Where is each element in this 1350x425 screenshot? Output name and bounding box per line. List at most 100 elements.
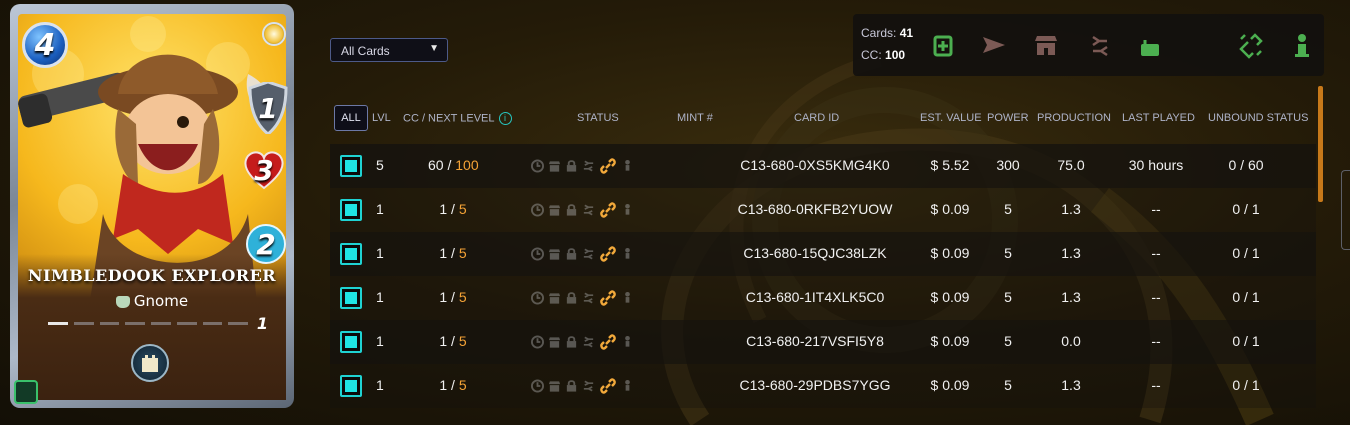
- row-checkbox[interactable]: [340, 287, 362, 309]
- lock-icon[interactable]: [565, 247, 578, 261]
- table-row[interactable]: 11 / 5 C13-680-217VSFI5Y8 $ 0.09 5 0.0 -- 0 / …: [330, 320, 1316, 364]
- link-icon[interactable]: [599, 201, 617, 219]
- add-card-button[interactable]: [931, 34, 957, 58]
- chevron-down-icon: ▼: [429, 43, 439, 54]
- row-last-played: --: [1151, 245, 1161, 261]
- transfer-icon[interactable]: [582, 203, 595, 217]
- link-icon[interactable]: [599, 333, 617, 351]
- clock-icon[interactable]: [531, 291, 544, 305]
- row-card-id[interactable]: C13-680-0XS5KMG4K0: [730, 157, 900, 173]
- row-status-icons: [531, 201, 634, 219]
- lock-icon[interactable]: [565, 379, 578, 393]
- header-cc-next-level[interactable]: CC / NEXT LEVEL i: [403, 112, 512, 125]
- row-checkbox[interactable]: [340, 243, 362, 265]
- row-status-icons: [531, 157, 634, 175]
- lock-icon[interactable]: [565, 203, 578, 217]
- row-cc-next: 100: [455, 157, 479, 173]
- row-est-value: $ 0.09: [930, 377, 970, 393]
- lock-icon[interactable]: [565, 291, 578, 305]
- row-cc-current: 1: [439, 333, 448, 349]
- delegate-icon[interactable]: [621, 159, 634, 173]
- delegate-button[interactable]: [1289, 34, 1315, 58]
- level-segment: [202, 322, 223, 325]
- header-last-played[interactable]: LAST PLAYED: [1122, 112, 1195, 124]
- health-stat: 3: [242, 148, 286, 192]
- row-status-icons: [531, 289, 634, 307]
- market-icon[interactable]: [548, 291, 561, 305]
- row-production: 1.3: [1061, 201, 1081, 217]
- market-icon[interactable]: [548, 247, 561, 261]
- link-icon[interactable]: [599, 157, 617, 175]
- row-card-id[interactable]: C13-680-1IT4XLK5C0: [730, 289, 900, 305]
- transfer-icon[interactable]: [582, 335, 595, 349]
- row-cc: 1 / 5: [439, 377, 467, 393]
- row-card-id[interactable]: C13-680-217VSFI5Y8: [730, 333, 900, 349]
- table-row[interactable]: 11 / 5 C13-680-29PDBS7YGG $ 0.09 5 1.3 -- 0 / …: [330, 364, 1316, 408]
- header-mint[interactable]: MINT #: [677, 112, 713, 124]
- market-icon[interactable]: [548, 379, 561, 393]
- info-icon[interactable]: i: [498, 112, 512, 125]
- market-icon[interactable]: [548, 159, 561, 173]
- ability-icon[interactable]: [131, 344, 169, 382]
- lock-icon[interactable]: [565, 335, 578, 349]
- delegate-icon[interactable]: [621, 291, 634, 305]
- market-icon: [1035, 36, 1057, 55]
- clock-icon[interactable]: [531, 247, 544, 261]
- market-icon[interactable]: [548, 335, 561, 349]
- clock-icon[interactable]: [531, 203, 544, 217]
- row-checkbox[interactable]: [340, 375, 362, 397]
- header-status[interactable]: STATUS: [577, 112, 619, 124]
- market-button[interactable]: [1033, 34, 1059, 58]
- row-card-id[interactable]: C13-680-29PDBS7YGG: [730, 377, 900, 393]
- page-scrollbar[interactable]: [1341, 170, 1350, 250]
- table-body: 5 60 / 100 C13-680-0XS5KMG4K0 $ 5.52 300 75.0…: [330, 144, 1316, 408]
- row-last-played: --: [1151, 289, 1161, 305]
- header-production[interactable]: PRODUCTION: [1037, 112, 1111, 124]
- card-preview[interactable]: 4 1 3 2 NIMBLEDOOK EXPLORER Gnome 1: [10, 4, 294, 408]
- lock-button[interactable]: [1137, 34, 1163, 58]
- link-icon[interactable]: [599, 289, 617, 307]
- header-unbound-status[interactable]: UNBOUND STATUS: [1208, 112, 1308, 124]
- transfer-icon[interactable]: [582, 379, 595, 393]
- header-lvl[interactable]: LVL: [372, 112, 391, 124]
- delegate-icon[interactable]: [621, 247, 634, 261]
- burn-icon: [1191, 33, 1217, 59]
- clock-icon[interactable]: [531, 159, 544, 173]
- row-card-id[interactable]: C13-680-15QJC38LZK: [730, 245, 900, 261]
- unlink-button[interactable]: [1239, 33, 1265, 59]
- delegate-icon: [1295, 34, 1309, 57]
- market-icon[interactable]: [548, 203, 561, 217]
- header-power[interactable]: POWER: [987, 112, 1029, 124]
- transfer-icon[interactable]: [582, 159, 595, 173]
- burn-button[interactable]: [1191, 34, 1217, 58]
- transfer-button[interactable]: [1087, 34, 1113, 58]
- add-card-icon: [933, 35, 953, 57]
- delegate-icon[interactable]: [621, 379, 634, 393]
- delegate-icon[interactable]: [621, 335, 634, 349]
- lock-icon[interactable]: [565, 159, 578, 173]
- card-filter-select[interactable]: All Cards ▼: [330, 38, 448, 62]
- delegate-icon[interactable]: [621, 203, 634, 217]
- cards-count-value: 41: [899, 26, 914, 40]
- transfer-icon[interactable]: [582, 247, 595, 261]
- table-scrollbar[interactable]: [1318, 86, 1323, 202]
- table-row[interactable]: 11 / 5 C13-680-15QJC38LZK $ 0.09 5 1.3 -- 0 / …: [330, 232, 1316, 276]
- row-checkbox[interactable]: [340, 331, 362, 353]
- clock-icon[interactable]: [531, 379, 544, 393]
- table-row[interactable]: 11 / 5 C13-680-1IT4XLK5C0 $ 0.09 5 1.3 -- 0 / …: [330, 276, 1316, 320]
- table-row[interactable]: 5 60 / 100 C13-680-0XS5KMG4K0 $ 5.52 300 75.0…: [330, 144, 1316, 188]
- row-checkbox[interactable]: [340, 199, 362, 221]
- select-all-button[interactable]: ALL: [334, 105, 368, 131]
- table-row[interactable]: 11 / 5 C13-680-0RKFB2YUOW $ 0.09 5 1.3 -- 0 / …: [330, 188, 1316, 232]
- row-status-icons: [531, 333, 634, 351]
- row-checkbox[interactable]: [340, 155, 362, 177]
- link-icon[interactable]: [599, 245, 617, 263]
- row-cc: 60 / 100: [428, 157, 479, 173]
- row-card-id[interactable]: C13-680-0RKFB2YUOW: [730, 201, 900, 217]
- transfer-icon[interactable]: [582, 291, 595, 305]
- clock-icon[interactable]: [531, 335, 544, 349]
- link-icon[interactable]: [599, 377, 617, 395]
- send-button[interactable]: [981, 34, 1007, 58]
- header-est-value[interactable]: EST. VALUE: [920, 112, 982, 124]
- header-card-id[interactable]: CARD ID: [794, 112, 839, 124]
